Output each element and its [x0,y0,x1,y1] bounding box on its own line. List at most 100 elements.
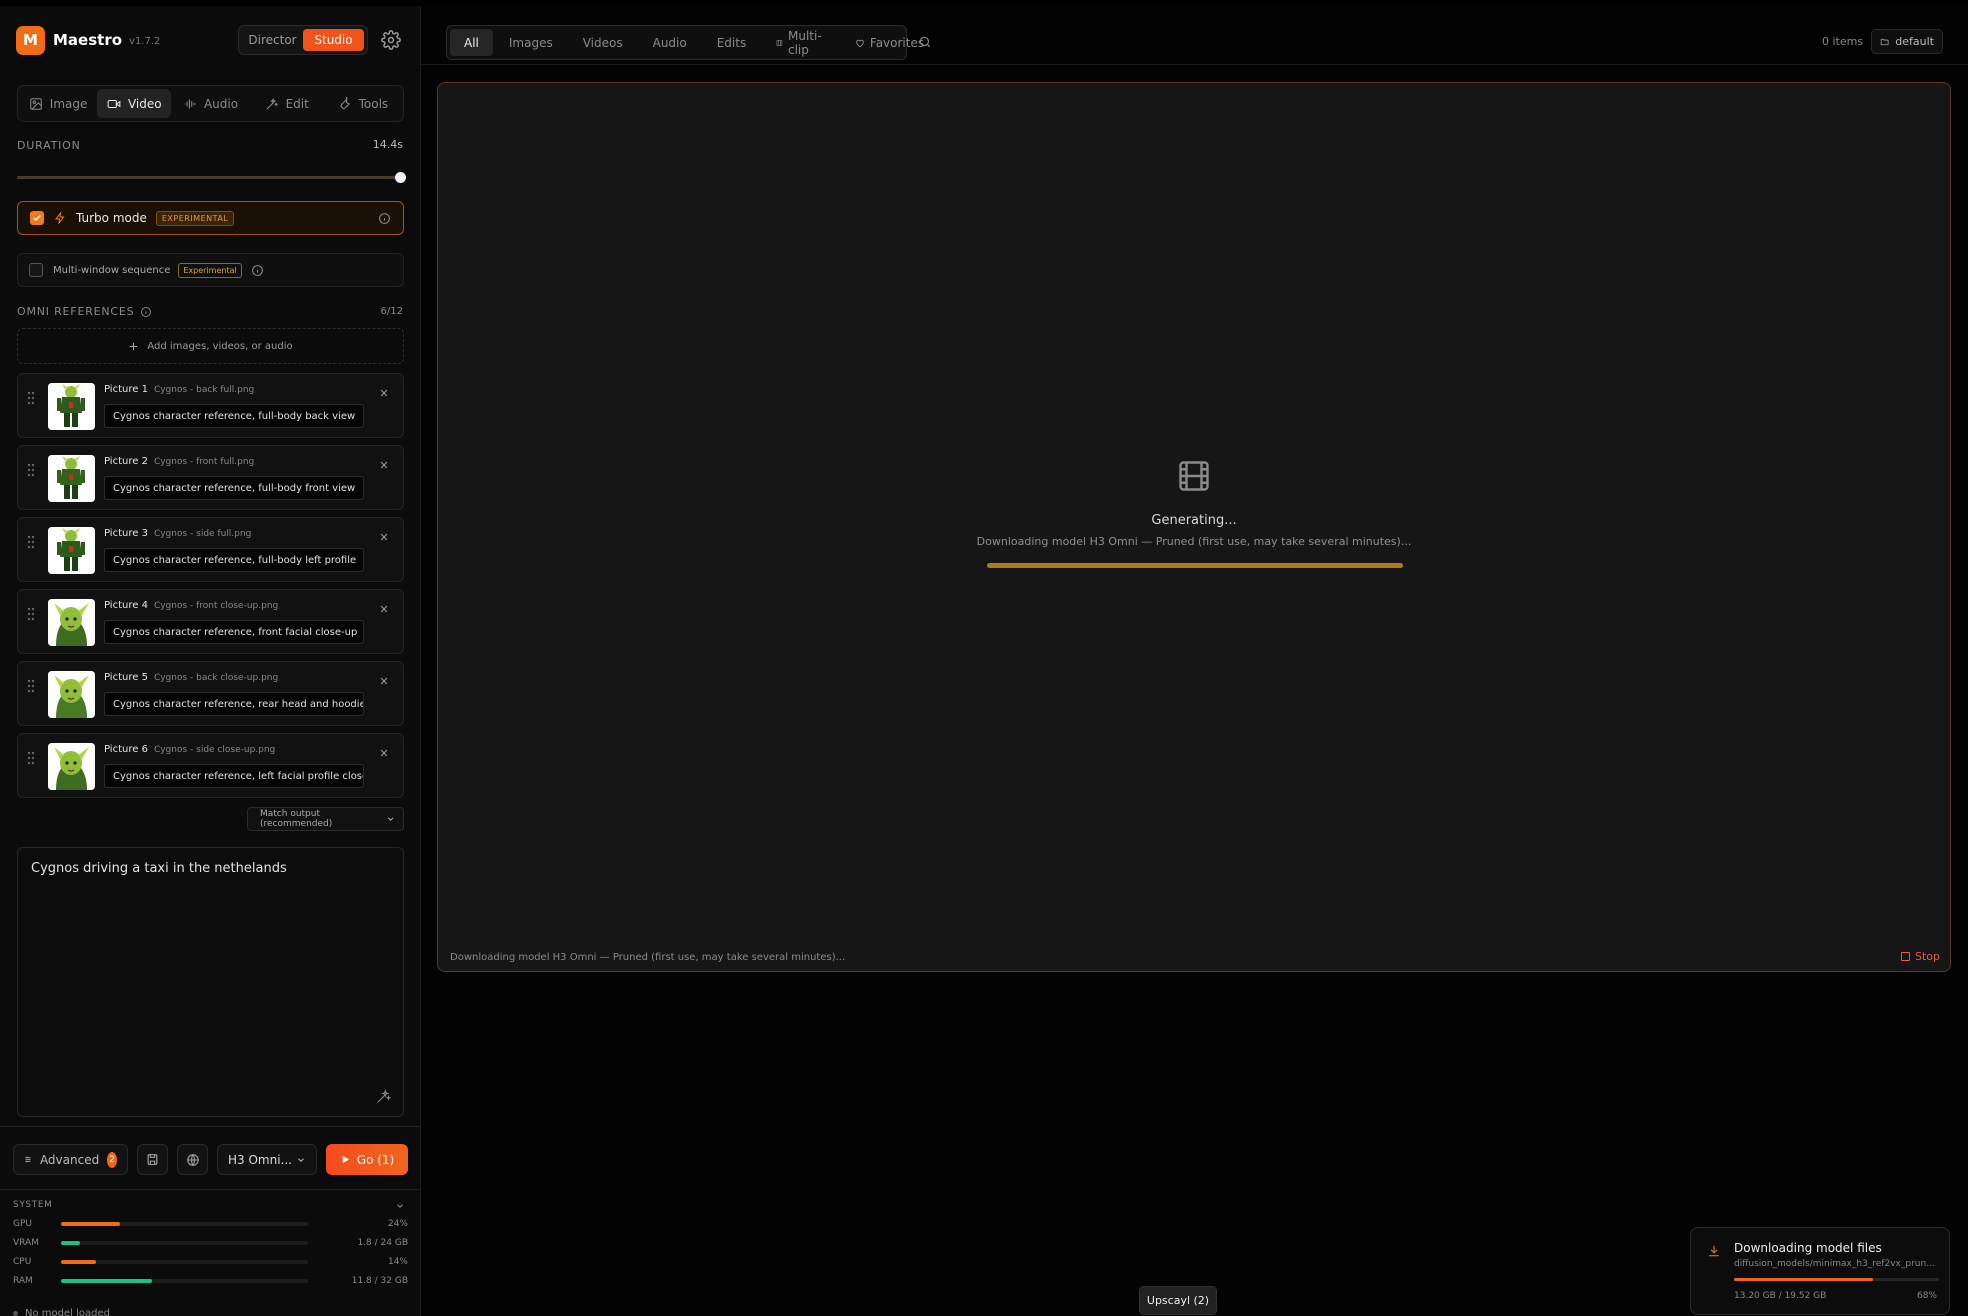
filter-tab-multi-clip[interactable]: Multi-clip [762,28,839,57]
reference-label: Picture 6 [104,744,148,755]
gear-icon[interactable] [381,30,401,50]
toast-file: diffusion_models/minimax_h3_ref2vx_prune… [1734,1259,1939,1269]
slider-thumb[interactable] [395,172,406,183]
filter-tab-edits[interactable]: Edits [703,29,761,56]
info-icon[interactable] [378,212,391,225]
add-references-button[interactable]: Add images, videos, or audio [17,328,404,364]
divider [421,64,1968,65]
enhance-prompt-icon[interactable] [376,1089,391,1104]
omni-references-count: 6/12 [380,306,403,317]
advanced-count-badge: 2 [107,1151,117,1168]
stop-button[interactable]: Stop [1900,950,1940,963]
turbo-checkbox[interactable] [30,211,44,225]
upscayl-button[interactable]: Upscayl (2) [1139,1286,1217,1315]
drag-handle-icon[interactable] [27,463,35,477]
close-icon[interactable] [379,532,389,542]
globe-button[interactable] [177,1144,208,1175]
tab-video[interactable]: Video [97,89,172,118]
prompt-textarea[interactable]: Cygnos driving a taxi in the nethelands [17,847,404,1117]
system-metric-bar [61,1241,308,1245]
close-icon[interactable] [379,388,389,398]
image-icon [30,97,42,110]
multi-window-checkbox[interactable] [29,263,43,277]
search-icon[interactable] [918,35,932,49]
drag-handle-icon[interactable] [27,751,35,765]
director-mode-button[interactable]: Director [242,29,303,51]
drag-handle-icon[interactable] [27,607,35,621]
mode-switch: Director Studio [238,25,368,55]
drag-handle-icon[interactable] [27,391,35,405]
close-icon[interactable] [379,460,389,470]
close-icon[interactable] [379,748,389,758]
folder-icon [1880,38,1889,45]
match-output-select[interactable]: Match output (recommended) [247,807,404,831]
reference-label: Picture 3 [104,528,148,539]
save-preset-button[interactable] [137,1144,168,1175]
reference-card[interactable]: Picture 3 Cygnos - side full.png Cygnos c… [17,517,404,582]
studio-mode-button[interactable]: Studio [303,29,364,51]
reference-caption-input[interactable]: Cygnos character reference, left facial … [104,764,364,788]
reference-list: Picture 1 Cygnos - back full.png Cygnos c… [17,373,404,805]
filter-tab-label: Multi-clip [787,28,822,57]
tab-edit[interactable]: Edit [250,89,324,118]
close-icon[interactable] [379,604,389,614]
chevron-down-icon[interactable] [395,1201,405,1211]
duration-value: 14.4s [372,138,403,151]
reference-card[interactable]: Picture 2 Cygnos - front full.png Cygnos … [17,445,404,510]
check-icon [33,214,41,222]
filter-tab-videos[interactable]: Videos [569,29,637,56]
info-icon[interactable] [251,264,264,277]
download-toast: Downloading model files diffusion_models… [1690,1227,1950,1315]
reference-card[interactable]: Picture 4 Cygnos - front close-up.png Cyg… [17,589,404,654]
reference-thumbnail [48,599,95,646]
reference-title: Picture 3 Cygnos - side full.png [104,528,251,539]
system-row-cpu: CPU 14% [13,1256,408,1268]
stop-icon [1900,952,1910,961]
sidebar: M Maestro v1.7.2 Director Studio Image V… [0,6,421,1316]
system-row-ram: RAM 11.8 / 32 GB [13,1275,408,1287]
reference-card[interactable]: Picture 5 Cygnos - back close-up.png Cygn… [17,661,404,726]
advanced-button[interactable]: Advanced 2 [13,1144,128,1175]
reference-filename: Cygnos - back full.png [153,385,255,395]
project-folder-button[interactable]: default [1871,29,1943,54]
reference-caption-input[interactable]: Cygnos character reference, full-body fr… [104,476,364,500]
filter-tab-all[interactable]: All [450,29,493,56]
reference-caption-input[interactable]: Cygnos character reference, rear head an… [104,692,364,716]
duration-label: DURATION [17,139,81,152]
go-button[interactable]: Go (1) [326,1144,408,1175]
drag-handle-icon[interactable] [27,535,35,549]
reference-filename: Cygnos - back close-up.png [153,673,279,683]
filter-tab-audio[interactable]: Audio [639,29,701,56]
chevron-down-icon [298,1157,304,1162]
reference-card[interactable]: Picture 1 Cygnos - back full.png Cygnos c… [17,373,404,438]
multi-window-toggle[interactable]: Multi-window sequence Experimental [17,253,404,287]
system-metric-name: VRAM [13,1238,39,1248]
reference-filename: Cygnos - front close-up.png [153,601,279,611]
reference-thumbnail [48,743,95,790]
generation-type-tabs: Image Video Audio Edit Tools [17,85,404,122]
duration-slider[interactable] [17,170,406,184]
reference-title: Picture 5 Cygnos - back close-up.png [104,672,278,683]
turbo-mode-toggle[interactable]: Turbo mode EXPERIMENTAL [17,201,404,235]
drag-handle-icon[interactable] [27,679,35,693]
generation-progress-fill [987,563,1403,568]
experimental-badge: EXPERIMENTAL [155,210,235,226]
lightning-icon [55,211,65,225]
reference-card[interactable]: Picture 6 Cygnos - side close-up.png Cygn… [17,733,404,798]
prompt-text: Cygnos driving a taxi in the nethelands [31,861,287,876]
reference-caption-input[interactable]: Cygnos character reference, full-body ba… [104,404,364,428]
reference-caption-input[interactable]: Cygnos character reference, front facial… [104,620,364,644]
info-icon[interactable] [140,306,152,318]
model-select[interactable]: H3 Omni... [217,1144,317,1175]
reference-title: Picture 2 Cygnos - front full.png [104,456,254,467]
tab-audio[interactable]: Audio [173,89,247,118]
filter-tab-label: All [464,35,479,50]
reference-caption-input[interactable]: Cygnos character reference, full-body le… [104,548,364,572]
tab-image[interactable]: Image [21,89,95,118]
tab-tools[interactable]: Tools [326,89,400,118]
multi-window-label: Multi-window sequence [53,264,171,276]
add-references-label: Add images, videos, or audio [147,340,293,352]
model-status-text: No model loaded [25,1308,110,1316]
filter-tab-images[interactable]: Images [495,29,567,56]
close-icon[interactable] [379,676,389,686]
